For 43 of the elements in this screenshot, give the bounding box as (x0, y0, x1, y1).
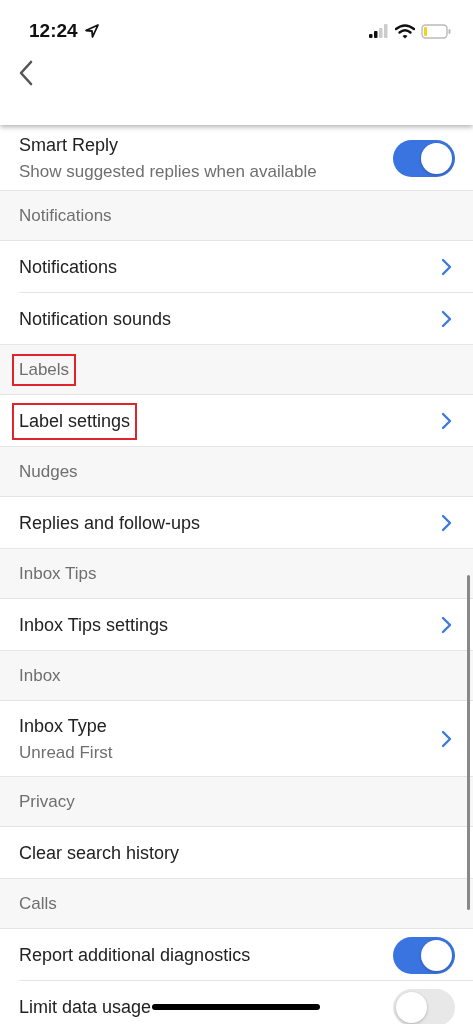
signal-icon (369, 24, 389, 38)
section-title: Privacy (18, 790, 76, 813)
back-icon[interactable] (18, 60, 34, 86)
row-label: Report additional diagnostics (18, 943, 252, 967)
toggle-switch[interactable] (393, 988, 455, 1024)
settings-row[interactable]: Notification sounds (0, 293, 473, 345)
section-title: Nudges (18, 460, 79, 483)
row-subtitle: Unread First (19, 742, 113, 763)
row-label: Label settings (12, 402, 138, 440)
row-label: Inbox Tips settings (18, 613, 170, 637)
chevron-right-icon (441, 730, 452, 748)
section-title: Calls (18, 892, 58, 915)
row-label: Clear search history (18, 841, 181, 865)
row-subtitle: Show suggested replies when available (19, 161, 317, 182)
section-title: Notifications (18, 204, 113, 227)
row-label: Limit data usage (18, 995, 153, 1019)
settings-row[interactable]: Smart Reply Show suggested replies when available (0, 125, 473, 191)
settings-row[interactable]: Inbox Type Unread First (0, 701, 473, 777)
settings-row[interactable]: Label settings (0, 395, 473, 447)
row-label: Notifications (18, 255, 119, 279)
chevron-right-icon (441, 616, 452, 634)
location-arrow-icon (83, 23, 100, 39)
chevron-right-icon (441, 258, 452, 276)
settings-row[interactable]: Report additional diagnostics (0, 929, 473, 981)
row-label: Notification sounds (18, 307, 173, 331)
battery-icon (421, 23, 451, 39)
status-time: 12:24 (29, 20, 78, 42)
chevron-right-icon (441, 412, 452, 430)
settings-row[interactable]: Inbox Tips settings (0, 599, 473, 651)
settings-row[interactable]: Clear search history (0, 827, 473, 879)
section-title: Labels (12, 353, 77, 386)
section-title: Inbox (18, 664, 62, 687)
toggle-switch[interactable] (393, 139, 455, 177)
chevron-right-icon (441, 310, 452, 328)
row-label: Smart Reply (18, 133, 120, 157)
row-label: Replies and follow-ups (18, 511, 202, 535)
section-title: Inbox Tips (18, 562, 98, 585)
row-label: Inbox Type (18, 714, 108, 738)
settings-row[interactable]: Notifications (0, 241, 473, 293)
settings-row[interactable]: Replies and follow-ups (0, 497, 473, 549)
wifi-icon (395, 23, 415, 39)
chevron-right-icon (441, 514, 452, 532)
toggle-switch[interactable] (393, 936, 455, 974)
